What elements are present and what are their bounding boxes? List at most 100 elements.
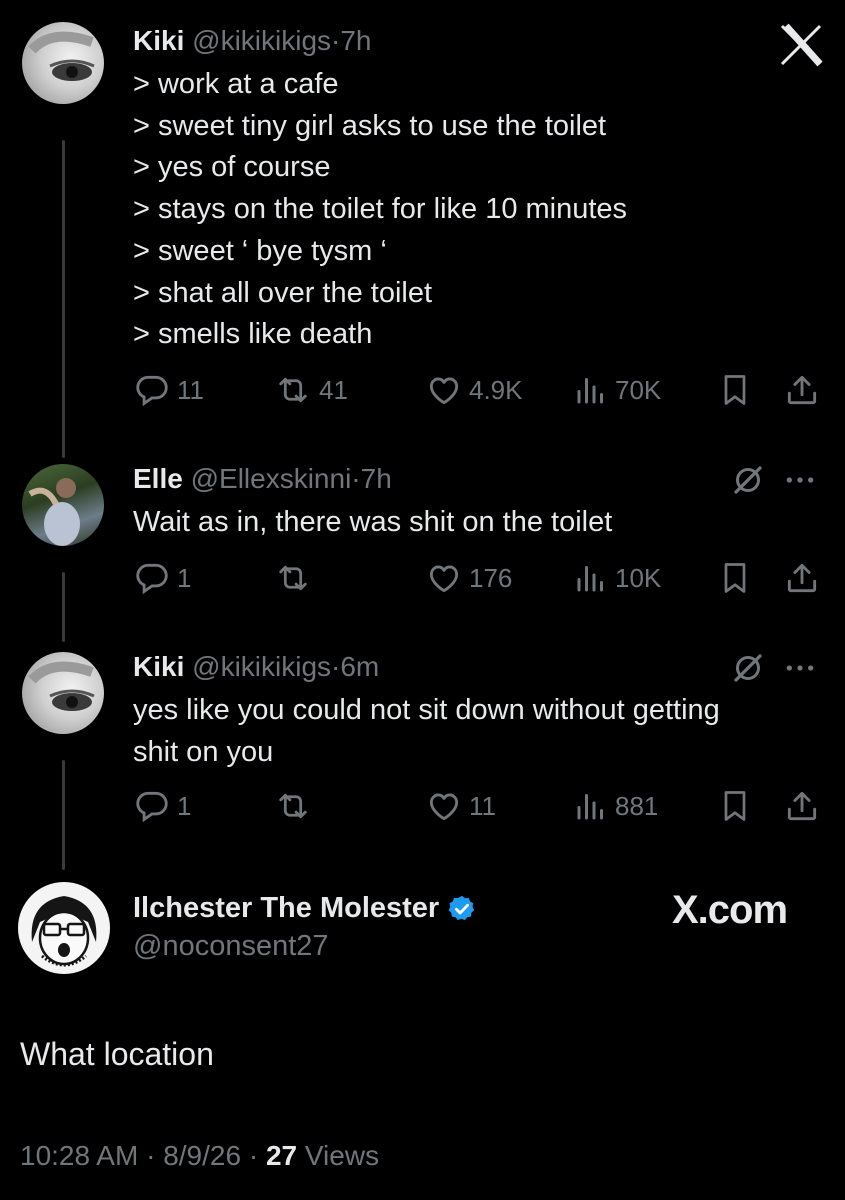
user-handle[interactable]: @kikikikigs <box>192 25 331 56</box>
reply-icon <box>136 791 168 823</box>
views-icon <box>577 794 603 820</box>
tweet-top-icons <box>730 462 820 498</box>
x-logo-watermark: X.com <box>672 888 788 932</box>
thread-line <box>62 572 65 642</box>
tweet-header: Kiki @kikikikigs·7h <box>133 24 372 58</box>
views-icon <box>577 566 603 592</box>
user-handle[interactable]: @kikikikigs <box>192 651 331 682</box>
timestamp[interactable]: 6m <box>340 651 379 682</box>
more-icon[interactable] <box>780 462 820 498</box>
tweet-line: > sweet ‘ bye tysm ‘ <box>133 234 387 267</box>
tweet-line: > shat all over the toilet <box>133 276 433 309</box>
reply-button[interactable]: 1 <box>133 558 191 598</box>
like-count: 176 <box>469 562 513 593</box>
view-count: 881 <box>615 790 659 821</box>
reply-button[interactable]: 11 <box>133 370 204 410</box>
tweet-line: > work at a cafe <box>133 68 339 100</box>
reply-count: 1 <box>177 790 192 821</box>
tweet-line: yes like you could not sit down without … <box>133 694 720 726</box>
reply-button[interactable]: 1 <box>133 786 191 826</box>
bookmark-icon <box>724 791 746 821</box>
share-icon <box>787 791 817 821</box>
like-icon <box>429 565 459 593</box>
user-handle[interactable]: @noconsent27 <box>133 930 329 963</box>
display-name[interactable]: Ilchester The Molester <box>133 892 439 925</box>
views-button[interactable]: 70K <box>573 370 661 410</box>
bookmark-icon <box>724 563 746 593</box>
repost-icon <box>279 377 307 403</box>
tweet-header: Elle @Ellexskinni·7h <box>133 462 392 496</box>
verified-badge-icon <box>448 895 475 920</box>
avatar[interactable] <box>18 882 110 974</box>
separator: · <box>331 25 341 56</box>
grok-icon[interactable] <box>730 650 766 686</box>
tweet-line: > yes of course <box>133 151 331 184</box>
share-button[interactable] <box>783 558 821 598</box>
post-time[interactable]: 10:28 AM <box>20 1140 138 1171</box>
tweet-text: Wait as in, there was shit on the toilet <box>133 502 612 544</box>
views-button[interactable]: 881 <box>573 786 658 826</box>
like-count: 11 <box>469 790 496 821</box>
action-bar: 1 176 10K <box>133 558 823 598</box>
reply-icon <box>136 563 168 595</box>
share-icon <box>787 375 817 405</box>
repost-button[interactable] <box>273 558 319 598</box>
tweet-text: > work at a cafe > sweet tiny girl asks … <box>133 64 627 356</box>
repost-button[interactable] <box>273 786 319 826</box>
like-button[interactable]: 176 <box>425 558 512 598</box>
tweet-line: > smells like death <box>133 318 373 351</box>
watermark-logo: X.com <box>672 888 788 933</box>
views-button[interactable]: 10K <box>573 558 661 598</box>
separator: · <box>146 1140 156 1171</box>
like-icon <box>429 377 459 405</box>
avatar[interactable] <box>22 464 104 546</box>
repost-button[interactable]: 41 <box>273 370 348 410</box>
display-name[interactable]: Kiki <box>133 25 184 56</box>
reply-count: 11 <box>177 374 204 405</box>
more-icon[interactable] <box>780 650 820 686</box>
reply-icon <box>136 375 168 407</box>
author-name-row: Ilchester The Molester <box>133 892 477 925</box>
tweet-top-icons <box>730 650 820 686</box>
action-bar: 11 41 4.9K 70K <box>133 370 823 410</box>
like-icon <box>429 793 459 821</box>
view-count: 10K <box>615 562 662 593</box>
share-button[interactable] <box>783 370 821 410</box>
close-icon[interactable] <box>778 22 824 68</box>
tweet-line: shit on you <box>133 735 274 768</box>
like-button[interactable]: 4.9K <box>425 370 523 410</box>
like-count: 4.9K <box>469 374 523 405</box>
thread-line <box>62 140 65 458</box>
tweet-header: Kiki @kikikikigs·6m <box>133 650 379 684</box>
bookmark-button[interactable] <box>717 786 753 826</box>
grok-icon[interactable] <box>730 462 766 498</box>
repost-count: 41 <box>319 374 348 405</box>
post-views-label: Views <box>304 1140 380 1171</box>
share-icon <box>787 563 817 593</box>
tweet-text: yes like you could not sit down without … <box>133 690 720 773</box>
bookmark-button[interactable] <box>717 370 753 410</box>
post-view-count: 27 <box>265 1140 298 1171</box>
avatar[interactable] <box>22 22 104 104</box>
display-name[interactable]: Kiki <box>133 651 184 682</box>
post-date[interactable]: 8/9/26 <box>163 1140 241 1171</box>
separator: · <box>331 651 341 682</box>
like-button[interactable]: 11 <box>425 786 496 826</box>
post-metadata: 10:28 AM · 8/9/26 · 27 Views <box>20 1140 379 1172</box>
separator: · <box>248 1140 259 1171</box>
display-name[interactable]: Elle <box>133 463 183 494</box>
timestamp[interactable]: 7h <box>361 463 392 494</box>
user-handle[interactable]: @Ellexskinni <box>191 463 352 494</box>
views-icon <box>577 378 603 404</box>
repost-icon <box>279 793 307 819</box>
bookmark-button[interactable] <box>717 558 753 598</box>
thread-line <box>62 760 65 870</box>
repost-icon <box>279 565 307 591</box>
share-button[interactable] <box>783 786 821 826</box>
tweet-line: Wait as in, there was shit on the toilet <box>133 506 613 538</box>
post-text: What location <box>20 1036 214 1072</box>
avatar[interactable] <box>22 652 104 734</box>
timestamp[interactable]: 7h <box>340 25 371 56</box>
tweet-line: > sweet tiny girl asks to use the toilet <box>133 109 607 142</box>
tweet-line: > stays on the toilet for like 10 minute… <box>133 193 628 226</box>
